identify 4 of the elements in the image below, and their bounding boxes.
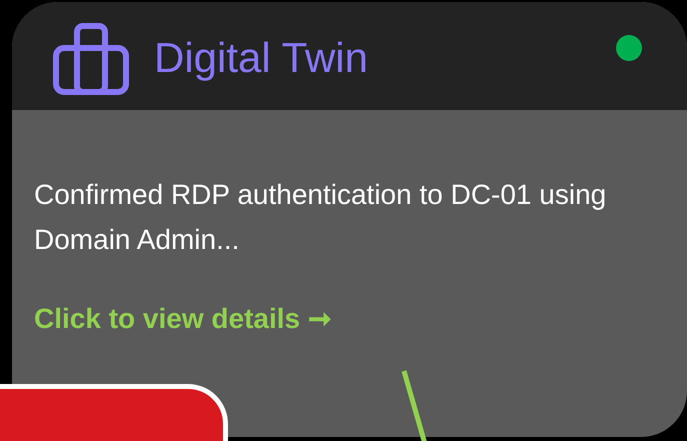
view-details-link[interactable]: Click to view details ➞: [34, 302, 331, 335]
card-title: Digital Twin: [154, 34, 368, 82]
building-icon: [53, 23, 129, 95]
description-text: Confirmed RDP authentication to DC-01 using Domain Admin...: [34, 178, 608, 257]
